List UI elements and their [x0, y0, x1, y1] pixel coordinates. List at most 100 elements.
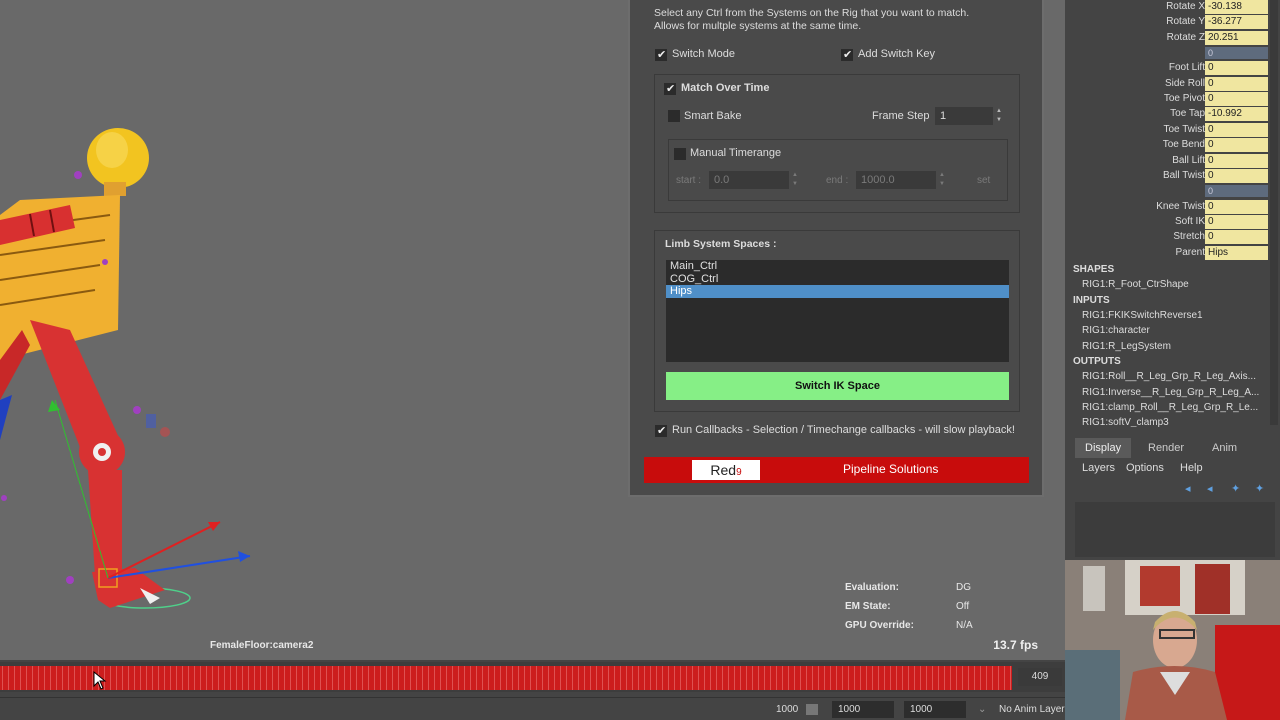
- keyframe-tick: [512, 666, 513, 690]
- space-item-cog-ctrl[interactable]: COG_Ctrl: [666, 273, 1009, 286]
- attribute-value-field[interactable]: 0: [1205, 92, 1268, 107]
- attribute-row[interactable]: Toe Pivot 0: [1065, 92, 1270, 107]
- new-layer-icon[interactable]: ✦: [1231, 482, 1245, 495]
- attribute-value-field[interactable]: 0: [1205, 153, 1268, 168]
- attribute-label[interactable]: Toe Tap: [1170, 108, 1205, 119]
- anim-layer-selector[interactable]: No Anim Layer: [999, 701, 1069, 718]
- inputs-header: INPUTS: [1073, 295, 1110, 306]
- attribute-row[interactable]: Foot Lift 0: [1065, 61, 1270, 76]
- start-spinner[interactable]: ▲ ▼: [789, 171, 801, 189]
- output-node[interactable]: RIG1:clamp_Roll__R_Leg_Grp_R_Le...: [1082, 402, 1258, 413]
- output-node[interactable]: RIG1:Roll__R_Leg_Grp_R_Leg_Axis...: [1082, 371, 1256, 382]
- keyframe-tick: [908, 666, 909, 690]
- attribute-row[interactable]: Knee Twist 0: [1065, 199, 1270, 215]
- attribute-value-field[interactable]: 0: [1205, 138, 1268, 153]
- move-layer-down-icon[interactable]: ◂: [1207, 482, 1221, 495]
- attribute-separator: 0: [1205, 185, 1268, 198]
- frame-step-spinner[interactable]: ▲ ▼: [993, 107, 1005, 125]
- layer-list-area[interactable]: [1075, 502, 1275, 557]
- frame-step-field[interactable]: 1: [935, 107, 993, 125]
- manual-timerange-checkbox[interactable]: [674, 148, 686, 160]
- attribute-label[interactable]: Ball Lift: [1172, 155, 1205, 166]
- attribute-value-field[interactable]: Hips: [1205, 245, 1268, 260]
- tab-anim[interactable]: Anim: [1202, 438, 1247, 458]
- attribute-value-field[interactable]: 0: [1205, 199, 1268, 214]
- attribute-value-field[interactable]: 0: [1205, 61, 1268, 76]
- attribute-row[interactable]: Rotate Y -36.277: [1065, 15, 1270, 30]
- time-slider[interactable]: 409: [0, 662, 1065, 692]
- attribute-label[interactable]: Ball Twist: [1163, 170, 1205, 181]
- attribute-label[interactable]: Rotate X: [1166, 1, 1205, 12]
- spaces-list[interactable]: Main_Ctrl COG_Ctrl Hips: [666, 260, 1009, 362]
- attribute-row[interactable]: Rotate Z 20.251: [1065, 30, 1270, 46]
- match-over-time-checkbox[interactable]: [664, 82, 676, 95]
- attribute-label[interactable]: Rotate Y: [1166, 16, 1205, 27]
- range-start-field[interactable]: 1000: [776, 701, 798, 718]
- attribute-label[interactable]: Rotate Z: [1167, 32, 1205, 43]
- attribute-value-field[interactable]: -36.277: [1205, 15, 1268, 30]
- attribute-row[interactable]: Ball Lift 0: [1065, 153, 1270, 169]
- hud-gpu-override-value: N/A: [956, 620, 973, 631]
- new-layer-selected-icon[interactable]: ✦: [1255, 482, 1269, 495]
- output-node[interactable]: RIG1:Inverse__R_Leg_Grp_R_Leg_A...: [1082, 387, 1259, 398]
- tab-display[interactable]: Display: [1075, 438, 1132, 458]
- keyframe-tick: [614, 666, 615, 690]
- attribute-value-field[interactable]: 0: [1205, 122, 1268, 137]
- attribute-row[interactable]: Parent Hips: [1065, 245, 1270, 261]
- range-end-field[interactable]: 1000: [904, 701, 966, 718]
- timeline-keyframes-bar[interactable]: [0, 666, 1012, 690]
- attribute-value-field[interactable]: 0: [1205, 230, 1268, 245]
- start-field[interactable]: 0.0: [709, 171, 789, 189]
- dropdown-arrow-icon[interactable]: ⌄: [978, 701, 986, 718]
- output-node[interactable]: RIG1:softV_clamp3: [1082, 417, 1169, 427]
- menu-help[interactable]: Help: [1180, 462, 1203, 474]
- end-spinner[interactable]: ▲ ▼: [936, 171, 948, 189]
- run-callbacks-checkbox[interactable]: [655, 424, 667, 437]
- attribute-row[interactable]: Rotate X -30.138: [1065, 0, 1270, 15]
- attribute-label[interactable]: Knee Twist: [1156, 201, 1205, 212]
- input-node[interactable]: RIG1:R_LegSystem: [1082, 341, 1171, 352]
- attribute-label[interactable]: Soft IK: [1175, 216, 1205, 227]
- range-playback-start-field[interactable]: 1000: [832, 701, 894, 718]
- attribute-row[interactable]: Side Roll 0: [1065, 76, 1270, 92]
- attribute-value-field[interactable]: -10.992: [1205, 107, 1268, 122]
- attribute-row[interactable]: Ball Twist 0: [1065, 168, 1270, 184]
- set-button[interactable]: set: [977, 175, 990, 186]
- move-layer-up-icon[interactable]: ◂: [1185, 482, 1199, 495]
- input-node[interactable]: RIG1:FKIKSwitchReverse1: [1082, 310, 1203, 321]
- attribute-value-field[interactable]: 20.251: [1205, 30, 1268, 45]
- keyframe-tick: [860, 666, 861, 690]
- add-switch-key-checkbox[interactable]: [841, 48, 853, 61]
- attribute-row[interactable]: Toe Bend 0: [1065, 138, 1270, 153]
- tab-render[interactable]: Render: [1138, 438, 1194, 458]
- range-slider-handle[interactable]: [806, 704, 818, 715]
- attribute-label[interactable]: Toe Twist: [1164, 124, 1206, 135]
- attribute-label[interactable]: Stretch: [1173, 231, 1205, 242]
- attribute-row[interactable]: Soft IK 0: [1065, 214, 1270, 230]
- shape-node[interactable]: RIG1:R_Foot_CtrShape: [1082, 279, 1189, 290]
- switch-mode-checkbox[interactable]: [655, 48, 667, 61]
- switch-ik-space-button[interactable]: Switch IK Space: [666, 372, 1009, 400]
- space-item-main-ctrl[interactable]: Main_Ctrl: [666, 260, 1009, 273]
- keyframe-tick: [62, 666, 63, 690]
- attribute-value-field[interactable]: 0: [1205, 168, 1268, 183]
- attribute-label[interactable]: Toe Bend: [1163, 139, 1205, 150]
- attribute-label[interactable]: Side Roll: [1165, 78, 1205, 89]
- current-frame-field[interactable]: 409: [1018, 668, 1062, 686]
- menu-layers[interactable]: Layers: [1082, 462, 1115, 474]
- input-node[interactable]: RIG1:character: [1082, 325, 1150, 336]
- space-item-hips[interactable]: Hips: [666, 285, 1009, 298]
- attribute-value-field[interactable]: 0: [1205, 76, 1268, 91]
- attribute-row[interactable]: Stretch 0: [1065, 230, 1270, 245]
- attribute-label[interactable]: Foot Lift: [1169, 62, 1205, 73]
- end-field[interactable]: 1000.0: [856, 171, 936, 189]
- attribute-value-field[interactable]: -30.138: [1205, 0, 1268, 14]
- attribute-value-field[interactable]: 0: [1205, 214, 1268, 229]
- attribute-row[interactable]: Toe Twist 0: [1065, 122, 1270, 138]
- smart-bake-checkbox[interactable]: [668, 110, 680, 122]
- attribute-label[interactable]: Parent: [1176, 247, 1205, 258]
- channel-box-scrollbar[interactable]: [1270, 0, 1278, 425]
- menu-options[interactable]: Options: [1126, 462, 1164, 474]
- attribute-label[interactable]: Toe Pivot: [1164, 93, 1205, 104]
- attribute-row[interactable]: Toe Tap -10.992: [1065, 107, 1270, 122]
